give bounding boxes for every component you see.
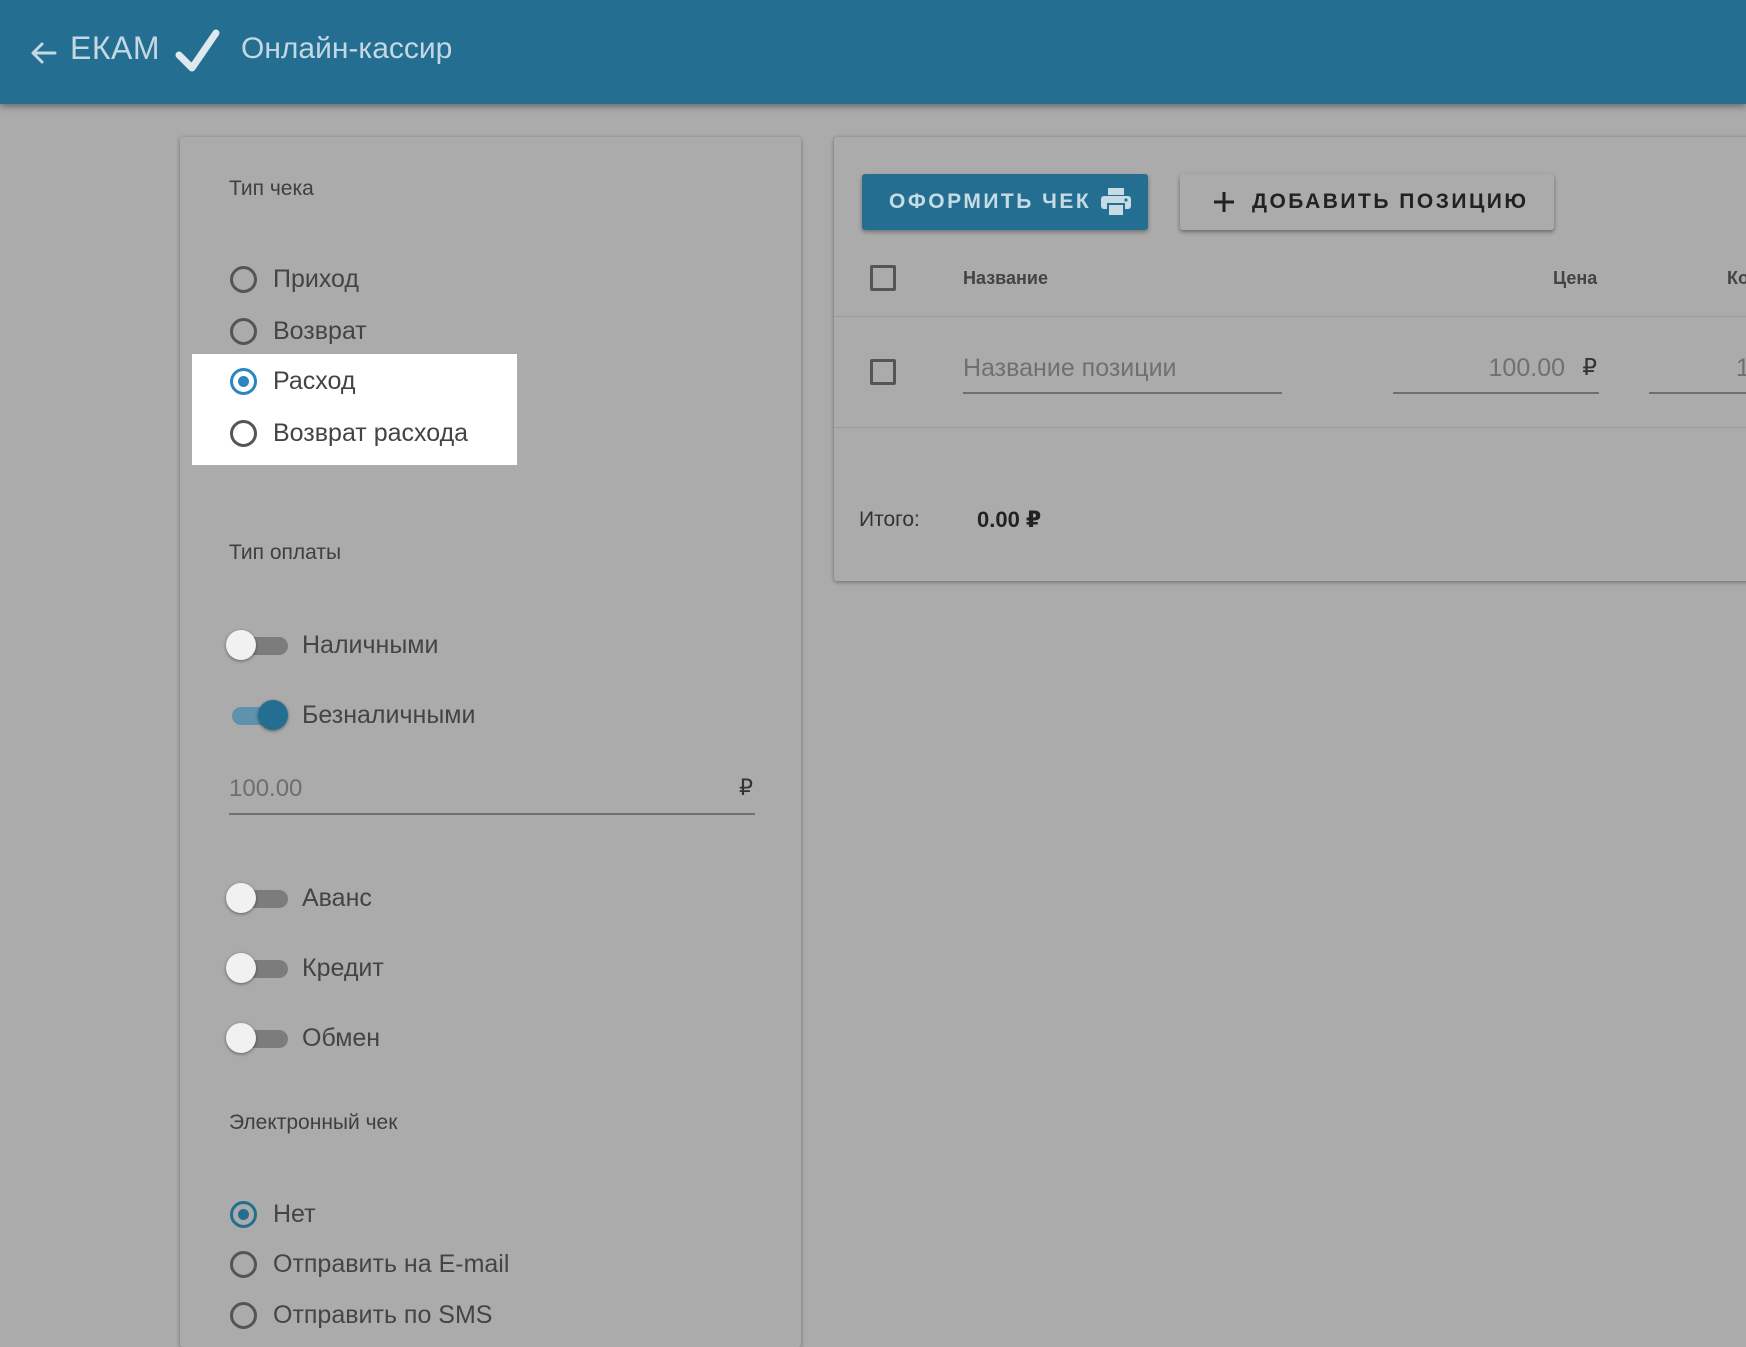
radio-label: Расход (273, 367, 356, 395)
radio-expense[interactable]: Расход (230, 367, 355, 396)
plus-icon (1214, 192, 1234, 212)
toggle-label: Кредит (302, 953, 384, 982)
radio-expense-return[interactable]: Возврат расхода (230, 419, 468, 448)
radio-label: Приход (273, 265, 359, 293)
radio-circle-checked[interactable] (230, 368, 257, 395)
back-arrow-icon[interactable] (28, 38, 58, 68)
toggle-switch[interactable] (226, 881, 290, 915)
checkmark-logo-icon (175, 29, 220, 72)
button-label: ДОБАВИТЬ ПОЗИЦИЮ (1252, 190, 1529, 213)
toggle-switch[interactable] (226, 1021, 290, 1055)
payment-type-label: Тип оплаты (229, 541, 342, 564)
ruble-sign: ₽ (739, 775, 753, 800)
total-value: 0.00 ₽ (977, 507, 1042, 532)
cashless-amount-input[interactable]: 100.00 ₽ (229, 765, 755, 815)
radio-label: Возврат (273, 317, 367, 345)
radio-circle[interactable] (230, 1302, 257, 1329)
toggle-credit[interactable]: Кредит (226, 951, 384, 985)
column-header-quantity: Ко (1727, 268, 1746, 288)
toggle-exchange[interactable]: Обмен (226, 1021, 380, 1055)
item-price-input[interactable]: 100.00 ₽ (1393, 344, 1599, 394)
column-header-name: Название (963, 268, 1048, 288)
receipt-type-label: Тип чека (229, 177, 314, 200)
toggle-label: Наличными (302, 630, 439, 659)
issue-receipt-button[interactable]: ОФОРМИТЬ ЧЕК (862, 174, 1148, 230)
toggle-cashless[interactable]: Безналичными (226, 698, 475, 732)
receipt-items-card: ОФОРМИТЬ ЧЕК ДОБАВИТЬ ПОЗИЦИЮ Название Ц… (834, 137, 1746, 581)
item-quantity-value: 1 (1736, 354, 1746, 382)
radio-circle[interactable] (230, 1251, 257, 1278)
printer-icon (1101, 188, 1131, 217)
app-title: Онлайн-кассир (241, 32, 453, 65)
toggle-label: Безналичными (302, 700, 476, 729)
radio-none[interactable]: Нет (230, 1200, 316, 1229)
item-quantity-input[interactable]: 1 (1649, 344, 1746, 394)
radio-sms[interactable]: Отправить по SMS (230, 1301, 492, 1330)
brand-name[interactable]: ЕКАМ (70, 30, 160, 67)
radio-income[interactable]: Приход (230, 265, 359, 294)
radio-label: Отправить по SMS (273, 1301, 493, 1329)
radio-label: Отправить на E-mail (273, 1250, 510, 1278)
row-divider (834, 316, 1746, 317)
radio-label: Нет (273, 1200, 316, 1228)
receipt-settings-card: Тип чека Приход Возврат Расход Возврат р… (180, 137, 801, 1347)
amount-value: 100.00 (229, 775, 303, 802)
add-item-button[interactable]: ДОБАВИТЬ ПОЗИЦИЮ (1180, 174, 1554, 230)
select-all-checkbox[interactable] (870, 265, 896, 291)
radio-circle[interactable] (230, 420, 257, 447)
toggle-cash[interactable]: Наличными (226, 628, 438, 662)
electronic-receipt-label: Электронный чек (229, 1111, 398, 1134)
item-price-value: 100.00 (1488, 354, 1565, 382)
total-label: Итого: (859, 508, 920, 531)
row-divider (834, 427, 1746, 428)
radio-circle[interactable] (230, 266, 257, 293)
app-bar: ЕКАМ Онлайн-кассир (0, 0, 1746, 104)
button-label: ОФОРМИТЬ ЧЕК (889, 190, 1092, 213)
toggle-switch[interactable] (226, 628, 290, 662)
ruble-sign: ₽ (1582, 354, 1597, 380)
toggle-advance[interactable]: Аванс (226, 881, 372, 915)
radio-circle[interactable] (230, 318, 257, 345)
toggle-label: Обмен (302, 1023, 381, 1052)
radio-email[interactable]: Отправить на E-mail (230, 1250, 509, 1279)
toggle-label: Аванс (302, 883, 372, 912)
row-checkbox[interactable] (870, 359, 896, 385)
item-name-input[interactable]: Название позиции (963, 344, 1282, 394)
toggle-switch[interactable] (226, 951, 290, 985)
toggle-switch-on[interactable] (226, 698, 290, 732)
radio-circle-checked[interactable] (230, 1201, 257, 1228)
radio-label: Возврат расхода (273, 419, 469, 447)
radio-return[interactable]: Возврат (230, 317, 367, 346)
column-header-price: Цена (1553, 268, 1598, 288)
item-name-placeholder: Название позиции (963, 354, 1177, 382)
